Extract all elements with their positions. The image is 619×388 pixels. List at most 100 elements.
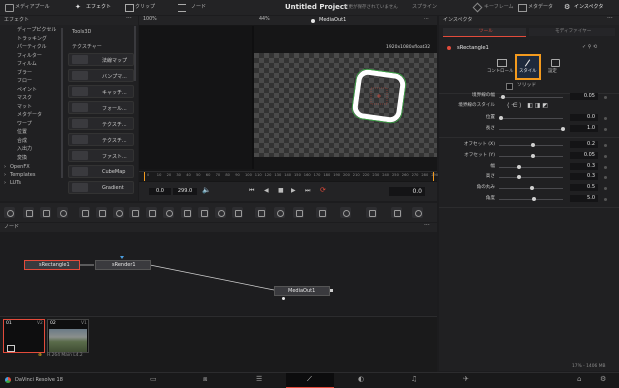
shape3d-tool-icon[interactable] xyxy=(340,207,351,218)
tree-item[interactable]: 入出力 xyxy=(17,147,32,154)
node-editor[interactable]: ノード ··· sRectangle1 sRender1 MediaOut1 xyxy=(0,223,437,315)
audio-icon[interactable]: 🔈 xyxy=(202,187,211,194)
page-color-icon[interactable]: ◐ xyxy=(358,376,364,383)
background-tool-icon[interactable] xyxy=(4,207,15,218)
step-back-icon[interactable]: ◀ xyxy=(264,188,269,194)
keyframes-icon[interactable] xyxy=(472,2,483,13)
go-to-start-icon[interactable]: ⏮ xyxy=(249,188,254,194)
param-height-knob[interactable] xyxy=(517,175,521,179)
page-edit-icon[interactable]: ☰ xyxy=(256,376,262,383)
param-position-slider[interactable] xyxy=(499,118,563,119)
tree-item[interactable]: ワープ xyxy=(17,121,32,129)
inspector-options-icon[interactable]: ··· xyxy=(607,16,613,22)
metadata-button[interactable]: メタデータ xyxy=(528,5,553,10)
page-fusion-icon[interactable]: ⟋ xyxy=(307,376,312,383)
inspector-icon[interactable]: ⚙ xyxy=(564,3,570,11)
play-icon[interactable]: ▶ xyxy=(291,188,296,194)
particles-tool-icon[interactable] xyxy=(79,207,90,218)
node-mediaout1[interactable]: MediaOut1 xyxy=(274,286,330,296)
effect-item[interactable]: ファスト... xyxy=(68,149,134,162)
tree-templates[interactable]: Templates xyxy=(10,173,35,178)
param-width-knob[interactable] xyxy=(517,165,521,169)
openfx-chevron-icon[interactable]: › xyxy=(4,165,6,170)
param-offset-x-keyframe-icon[interactable] xyxy=(604,144,607,147)
merge3d-tool-icon[interactable] xyxy=(391,207,402,218)
tree-item[interactable]: メタデータ xyxy=(17,113,42,120)
effect-item[interactable]: 法線マップ xyxy=(68,53,134,66)
playhead[interactable] xyxy=(144,172,145,181)
clip-01[interactable]: 01 V2 xyxy=(3,319,45,353)
clips-icon[interactable] xyxy=(125,4,134,12)
tree-item[interactable]: 変換 xyxy=(17,155,27,163)
zoom-right-select[interactable]: 44% xyxy=(259,17,270,23)
render3d-tool-icon[interactable] xyxy=(366,207,377,218)
tree-item[interactable]: トラッキング xyxy=(17,36,47,44)
param-corner-radius-value[interactable]: 0.5 xyxy=(570,184,598,191)
param-border-width-keyframe-icon[interactable] xyxy=(604,96,607,99)
tree-item[interactable]: 位置 xyxy=(17,130,27,137)
mask-tool-icon[interactable] xyxy=(163,207,174,218)
settings-gear-icon[interactable]: ⚙ xyxy=(600,376,606,383)
param-length-slider[interactable] xyxy=(499,129,563,130)
page-cut-icon[interactable]: ⧈ xyxy=(203,376,207,383)
tab-modifiers[interactable]: モディファイヤー xyxy=(529,28,615,36)
ellipse-mask-tool-icon[interactable] xyxy=(215,207,226,218)
param-length-knob[interactable] xyxy=(561,127,565,131)
keyer-tool-icon[interactable] xyxy=(274,207,285,218)
param-corner-radius-knob[interactable] xyxy=(530,186,534,190)
home-icon[interactable]: ⌂ xyxy=(577,376,581,383)
node-srectangle1[interactable]: sRectangle1 xyxy=(24,260,80,270)
param-angle-knob[interactable] xyxy=(532,197,536,201)
param-border-width-slider[interactable] xyxy=(499,97,563,98)
param-angle-value[interactable]: 5.0 xyxy=(570,195,598,202)
clip-02[interactable]: 02 V1 xyxy=(47,319,89,353)
stop-icon[interactable]: ■ xyxy=(278,188,284,194)
param-position-keyframe-icon[interactable] xyxy=(604,117,607,120)
effects-icon[interactable]: ✦ xyxy=(75,3,81,11)
param-height-value[interactable]: 0.3 xyxy=(570,173,598,180)
viewer-canvas[interactable] xyxy=(254,53,437,157)
effect-item[interactable]: Gradient xyxy=(68,181,134,194)
effect-item[interactable]: テクスチ... xyxy=(68,133,134,146)
media-pool-button[interactable]: メディアプール xyxy=(15,5,50,10)
tree-item[interactable]: フィルム xyxy=(17,62,37,69)
node-options-icons[interactable]: ✓ ⚲ ⟲ xyxy=(582,45,597,50)
param-width-value[interactable]: 0.3 xyxy=(570,163,598,170)
zoom-left-select[interactable]: 100% xyxy=(143,17,157,23)
go-to-end-icon[interactable]: ⏭ xyxy=(305,188,310,194)
range-end-marker[interactable] xyxy=(433,172,434,181)
page-fairlight-icon[interactable]: ♫ xyxy=(411,376,417,383)
param-angle-slider[interactable] xyxy=(499,199,563,200)
keyframes-button[interactable]: キーフレーム xyxy=(484,5,514,10)
paint-tool-icon[interactable] xyxy=(57,207,68,218)
inspector-button[interactable]: インスペクタ xyxy=(574,5,603,10)
param-corner-radius-keyframe-icon[interactable] xyxy=(604,187,607,190)
node-srender1[interactable]: sRender1 xyxy=(95,260,151,270)
merge-tool-icon[interactable] xyxy=(146,207,157,218)
image-tool-icon[interactable] xyxy=(23,207,34,218)
tracker-tool-icon[interactable] xyxy=(255,207,266,218)
param-border-width-value[interactable]: 0.05 xyxy=(570,93,598,100)
tree-item[interactable]: パーティクル xyxy=(17,45,47,52)
luts-chevron-icon[interactable]: › xyxy=(4,181,6,186)
templates-chevron-icon[interactable]: › xyxy=(4,173,6,178)
param-border-width-knob[interactable] xyxy=(501,95,505,99)
node-mediaout1-output-port[interactable] xyxy=(330,289,333,292)
transform-tool-icon[interactable] xyxy=(129,207,140,218)
tree-item[interactable]: フィルター xyxy=(17,53,42,61)
param-offset-y-value[interactable]: 0.05 xyxy=(570,152,598,159)
param-width-slider[interactable] xyxy=(499,167,563,168)
effect-item[interactable]: バンプマ... xyxy=(68,69,134,82)
media-pool-icon[interactable] xyxy=(5,4,14,12)
blur-tool-icon[interactable] xyxy=(96,207,107,218)
renderer-tool-icon[interactable] xyxy=(412,207,423,218)
param-offset-y-keyframe-icon[interactable] xyxy=(604,155,607,158)
time-start-field[interactable]: 0.0 xyxy=(149,188,171,195)
tab-tools[interactable]: ツール xyxy=(443,28,526,37)
nodes-icon[interactable] xyxy=(178,4,186,12)
tree-luts[interactable]: LUTs xyxy=(10,181,21,186)
current-time-field[interactable]: 0.0 xyxy=(389,187,425,196)
param-offset-y-knob[interactable] xyxy=(531,154,535,158)
param-offset-x-value[interactable]: 0.2 xyxy=(570,141,598,148)
param-height-keyframe-icon[interactable] xyxy=(604,176,607,179)
